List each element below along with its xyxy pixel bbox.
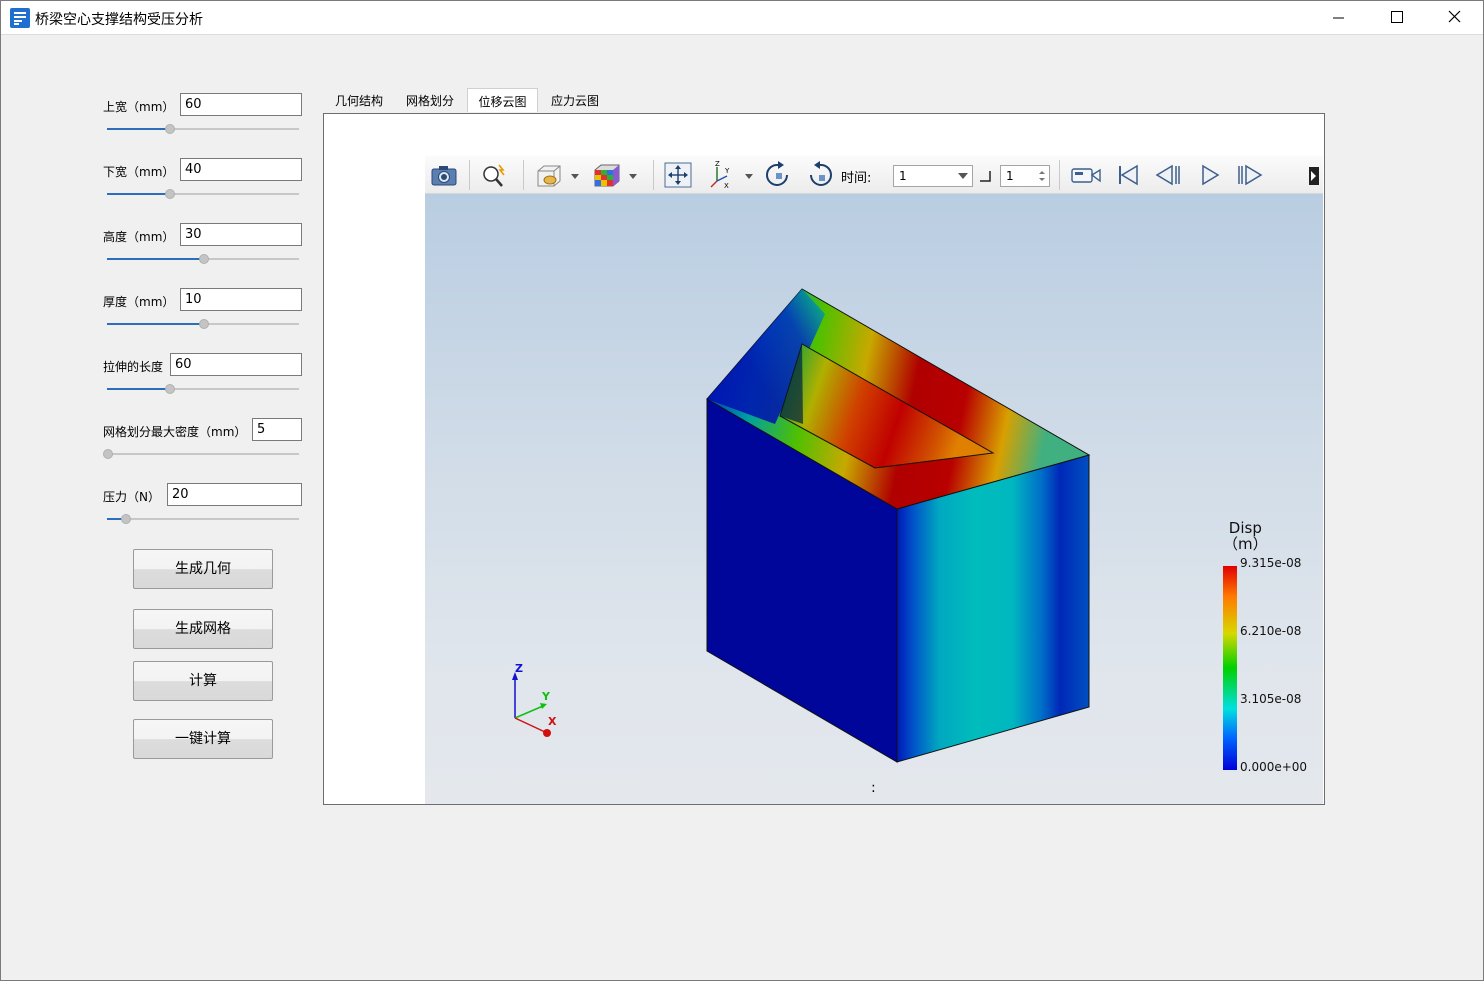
axis-z-label: Z <box>515 662 523 675</box>
svg-text:X: X <box>724 182 729 189</box>
pan-icon[interactable] <box>663 161 693 189</box>
height-slider[interactable] <box>107 253 299 265</box>
slider-thumb[interactable] <box>199 254 209 264</box>
thickness-slider[interactable] <box>107 318 299 330</box>
close-button[interactable] <box>1425 1 1483 35</box>
step-spinbox[interactable]: 1 <box>1000 165 1050 187</box>
bottom-width-input[interactable] <box>180 158 302 181</box>
thickness-input[interactable] <box>180 288 302 311</box>
title-bar[interactable]: 桥梁空心支撑结构受压分析 <box>1 1 1483 35</box>
slider-thumb[interactable] <box>165 384 175 394</box>
svg-text:Z: Z <box>715 161 720 168</box>
rotate-cw-icon[interactable] <box>763 161 793 189</box>
tab-stress[interactable]: 应力云图 <box>542 88 608 112</box>
more-icon[interactable] <box>1303 161 1321 189</box>
thickness-label: 厚度（mm） <box>103 295 175 309</box>
legend-title: Disp （m） <box>1223 519 1268 553</box>
app-icon <box>10 8 30 28</box>
height-label: 高度（mm） <box>103 230 175 244</box>
zoom-fit-icon[interactable] <box>479 161 509 189</box>
top-width-slider[interactable] <box>107 123 299 135</box>
time-select-value: 1 <box>899 169 907 183</box>
play-icon[interactable] <box>1195 161 1225 189</box>
axis-x-label: X <box>548 715 557 728</box>
generate-mesh-button[interactable]: 生成网格 <box>133 609 273 649</box>
first-frame-icon[interactable] <box>1113 161 1143 189</box>
rotate-ccw-icon[interactable] <box>805 161 835 189</box>
legend-label-min: 0.000e+00 <box>1240 760 1308 774</box>
close-icon <box>1448 10 1461 23</box>
bottom-width-label: 下宽（mm） <box>103 165 175 179</box>
color-cube-icon[interactable] <box>591 161 637 189</box>
step-spinbox-value: 1 <box>1006 169 1014 183</box>
spin-arrows-icon[interactable] <box>1039 170 1045 182</box>
height-input[interactable] <box>180 223 302 246</box>
time-label: 时间: <box>841 171 872 186</box>
legend-label-max: 9.315e-08 <box>1240 556 1302 570</box>
record-icon[interactable] <box>1069 161 1103 189</box>
minimize-button[interactable] <box>1309 1 1367 35</box>
svg-text:Y: Y <box>724 167 730 175</box>
main-area: 上宽（mm） 下宽（mm） 高度（mm） 厚度（mm） 拉伸的长度 网格划分最大… <box>1 36 1483 980</box>
slider-thumb[interactable] <box>165 189 175 199</box>
axes-triad-icon: Z Y X <box>512 662 557 737</box>
one-click-compute-button[interactable]: 一键计算 <box>133 719 273 759</box>
camera-icon[interactable] <box>429 161 459 189</box>
status-text: : <box>871 780 876 796</box>
extrude-length-input[interactable] <box>170 353 302 376</box>
slider-thumb[interactable] <box>165 124 175 134</box>
generate-geometry-button[interactable]: 生成几何 <box>133 549 273 589</box>
slider-thumb[interactable] <box>103 449 113 459</box>
minimize-icon <box>1333 17 1344 19</box>
extrude-length-label: 拉伸的长度 <box>103 360 164 374</box>
mesh-density-input[interactable] <box>252 418 302 441</box>
tab-displacement[interactable]: 位移云图 <box>467 88 538 112</box>
viewer-toolbar: ZYX 时间: 1 1 <box>425 156 1323 194</box>
next-frame-icon[interactable] <box>1235 161 1265 189</box>
legend-label-2: 6.210e-08 <box>1240 624 1302 638</box>
slider-thumb[interactable] <box>199 319 209 329</box>
window-title: 桥梁空心支撑结构受压分析 <box>35 12 203 28</box>
axis-y-label: Y <box>541 690 551 703</box>
tab-panel: ZYX 时间: 1 1 Z Y X Disp （m） 9.315e-08 6.2… <box>323 113 1325 805</box>
maximize-icon <box>1391 11 1403 23</box>
pressure-slider[interactable] <box>107 513 299 525</box>
mesh-density-slider[interactable] <box>103 448 299 460</box>
tab-mesh[interactable]: 网格划分 <box>397 88 463 112</box>
slider-thumb[interactable] <box>121 514 131 524</box>
legend-label-3: 3.105e-08 <box>1240 692 1302 706</box>
extrude-length-slider[interactable] <box>107 383 299 395</box>
chevron-down-icon <box>958 173 968 179</box>
pressure-label: 压力（N） <box>103 490 160 504</box>
maximize-button[interactable] <box>1367 1 1425 35</box>
view-box-icon[interactable] <box>533 161 579 189</box>
axes-icon[interactable]: ZYX <box>707 160 753 190</box>
app-window: 桥梁空心支撑结构受压分析 上宽（mm） 下宽（mm） 高度（mm） 厚度（mm） <box>0 0 1484 981</box>
prev-frame-icon[interactable] <box>1153 161 1183 189</box>
time-select[interactable]: 1 <box>893 165 973 187</box>
top-width-label: 上宽（mm） <box>103 100 175 114</box>
legend-color-bar <box>1223 566 1237 770</box>
bottom-width-slider[interactable] <box>107 188 299 200</box>
tab-geometry[interactable]: 几何结构 <box>326 88 392 112</box>
compute-button[interactable]: 计算 <box>133 661 273 701</box>
step-icon <box>980 171 991 182</box>
3d-viewport[interactable]: Z Y X Disp （m） 9.315e-08 6.210e-08 3.105… <box>425 194 1323 804</box>
pressure-input[interactable] <box>167 483 302 506</box>
mesh-density-label: 网格划分最大密度（mm） <box>103 425 247 439</box>
top-width-input[interactable] <box>180 93 302 116</box>
